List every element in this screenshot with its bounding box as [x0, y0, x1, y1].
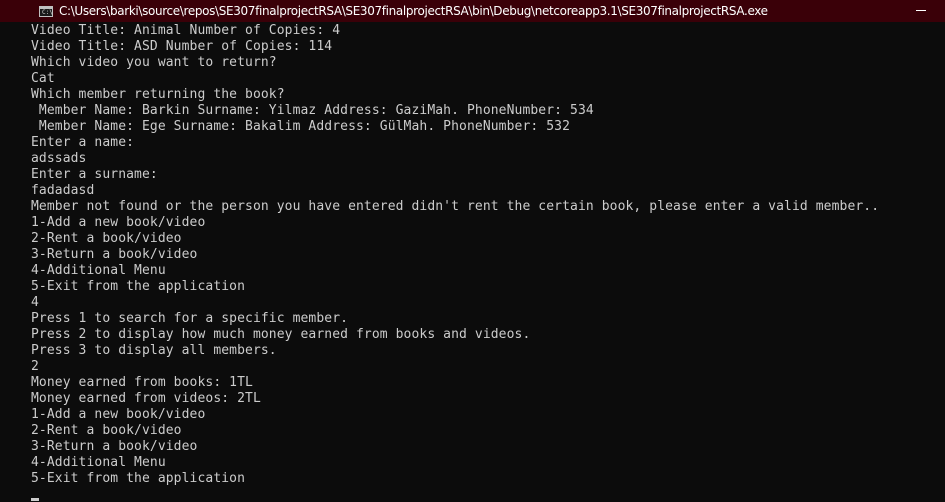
console-line: Video Title: Animal Number of Copies: 4 — [31, 23, 341, 38]
console-line: 4 — [31, 295, 39, 310]
console-line: 2-Rent a book/video — [31, 231, 182, 246]
console-line: Member Name: Barkin Surname: Yilmaz Addr… — [31, 103, 594, 118]
console-line: 1-Add a new book/video — [31, 407, 206, 422]
console-line: 5-Exit from the application — [31, 279, 246, 294]
console-line: Video Title: ASD Number of Copies: 114 — [31, 39, 333, 54]
console-line: 2-Rent a book/video — [31, 423, 182, 438]
console-line: Press 3 to display all members. — [31, 343, 277, 358]
console-line: 5-Exit from the application — [31, 471, 246, 486]
console-line: Which video you want to return? — [31, 55, 277, 70]
console-line: Money earned from videos: 2TL — [31, 391, 261, 406]
console-line: 1-Add a new book/video — [31, 215, 206, 230]
text-cursor — [31, 498, 39, 501]
title-bar[interactable]: C:\ C:\Users\barki\source\repos\SE307fin… — [0, 0, 945, 22]
minimize-button[interactable] — [899, 0, 945, 22]
console-line: Press 1 to search for a specific member. — [31, 311, 349, 326]
window-title: C:\Users\barki\source\repos\SE307finalpr… — [59, 4, 768, 18]
console-line: adssads — [31, 151, 87, 166]
console-line: Enter a surname: — [31, 167, 158, 182]
console-line: 3-Return a book/video — [31, 439, 198, 454]
console-line: 4-Additional Menu — [31, 455, 166, 470]
console-output[interactable]: Video Title: Animal Number of Copies: 4 … — [0, 23, 945, 502]
console-icon[interactable]: C:\ — [39, 5, 53, 17]
console-line: Enter a name: — [31, 135, 135, 150]
console-line: Cat — [31, 71, 55, 86]
console-line: 2 — [31, 359, 39, 374]
console-line: Which member returning the book? — [31, 87, 285, 102]
console-line: Member Name: Ege Surname: Bakalim Addres… — [31, 119, 571, 134]
console-line: 3-Return a book/video — [31, 247, 198, 262]
console-line: Press 2 to display how much money earned… — [31, 327, 531, 342]
console-line: 4-Additional Menu — [31, 263, 166, 278]
console-window: C:\ C:\Users\barki\source\repos\SE307fin… — [0, 0, 945, 502]
console-line: Money earned from books: 1TL — [31, 375, 253, 390]
console-line: fadadasd — [31, 183, 95, 198]
console-line: Member not found or the person you have … — [31, 199, 880, 214]
